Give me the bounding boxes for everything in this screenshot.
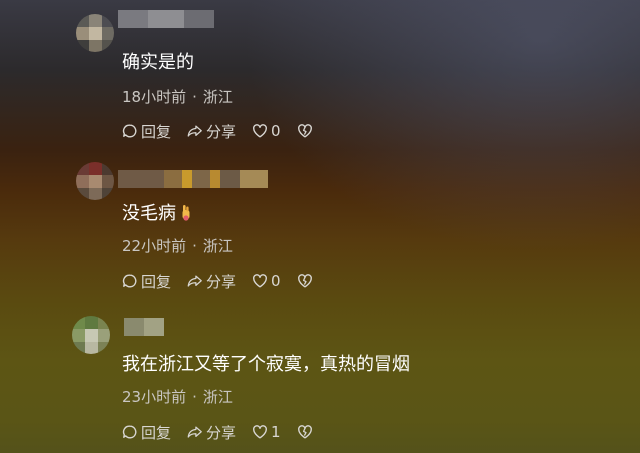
comment-text: 我在浙江又等了个寂寞，真热的冒烟 <box>122 354 410 375</box>
reply-icon <box>122 124 137 138</box>
username-blurred[interactable] <box>118 10 214 28</box>
comment-location: 浙江 <box>202 237 233 255</box>
reply-label: 回复 <box>141 122 172 141</box>
reply-label: 回复 <box>141 423 172 442</box>
like-count: 1 <box>271 423 281 441</box>
share-icon <box>187 426 202 438</box>
share-button[interactable]: 分享 <box>187 422 236 443</box>
comment-time: 22小时前 <box>122 237 187 255</box>
broken-heart-icon <box>297 425 312 439</box>
comment-time: 23小时前 <box>122 388 187 406</box>
meta-separator: · <box>192 388 197 406</box>
share-icon <box>187 125 202 137</box>
comment-meta: 18小时前 · 浙江 <box>122 86 233 107</box>
comment-location: 浙江 <box>202 388 233 406</box>
like-count: 0 <box>271 272 281 290</box>
broken-heart-icon <box>297 274 312 288</box>
avatar[interactable] <box>76 162 114 200</box>
share-label: 分享 <box>206 272 237 291</box>
comment-text-content: 没毛病 <box>122 203 176 224</box>
share-label: 分享 <box>206 423 237 442</box>
comment-time: 18小时前 <box>122 88 187 106</box>
comment-text: 确实是的 <box>122 52 194 73</box>
like-count: 0 <box>271 122 281 140</box>
avatar[interactable] <box>72 316 110 354</box>
username-blurred[interactable] <box>124 318 164 336</box>
meta-separator: · <box>192 237 197 255</box>
heart-icon <box>253 274 267 288</box>
comment-meta: 22小时前 · 浙江 <box>122 235 233 256</box>
comment-actions: 回复 分享 0 <box>122 270 332 292</box>
heart-icon <box>253 124 267 138</box>
comment-location: 浙江 <box>202 88 233 106</box>
heart-icon <box>253 425 267 439</box>
reply-icon <box>122 274 137 288</box>
reply-label: 回复 <box>141 272 172 291</box>
like-button[interactable]: 0 <box>252 272 281 290</box>
avatar[interactable] <box>76 14 114 52</box>
username-blurred[interactable] <box>118 170 268 188</box>
meta-separator: · <box>192 88 197 106</box>
share-button[interactable]: 分享 <box>187 271 236 292</box>
reply-button[interactable]: 回复 <box>122 271 171 292</box>
dislike-button[interactable] <box>297 123 316 139</box>
comment-text: 没毛病 <box>122 203 192 225</box>
dislike-button[interactable] <box>297 273 316 289</box>
reply-icon <box>122 425 137 439</box>
hand-emoji-icon <box>182 205 190 221</box>
comment-actions: 回复 分享 0 <box>122 120 332 142</box>
reply-button[interactable]: 回复 <box>122 422 171 443</box>
reply-button[interactable]: 回复 <box>122 121 171 142</box>
comment-actions: 回复 分享 1 <box>122 421 332 443</box>
share-icon <box>187 275 202 287</box>
like-button[interactable]: 1 <box>252 423 281 441</box>
share-button[interactable]: 分享 <box>187 121 236 142</box>
share-label: 分享 <box>206 122 237 141</box>
dislike-button[interactable] <box>297 424 316 440</box>
like-button[interactable]: 0 <box>252 122 281 140</box>
comment-meta: 23小时前 · 浙江 <box>122 386 233 407</box>
broken-heart-icon <box>297 124 312 138</box>
